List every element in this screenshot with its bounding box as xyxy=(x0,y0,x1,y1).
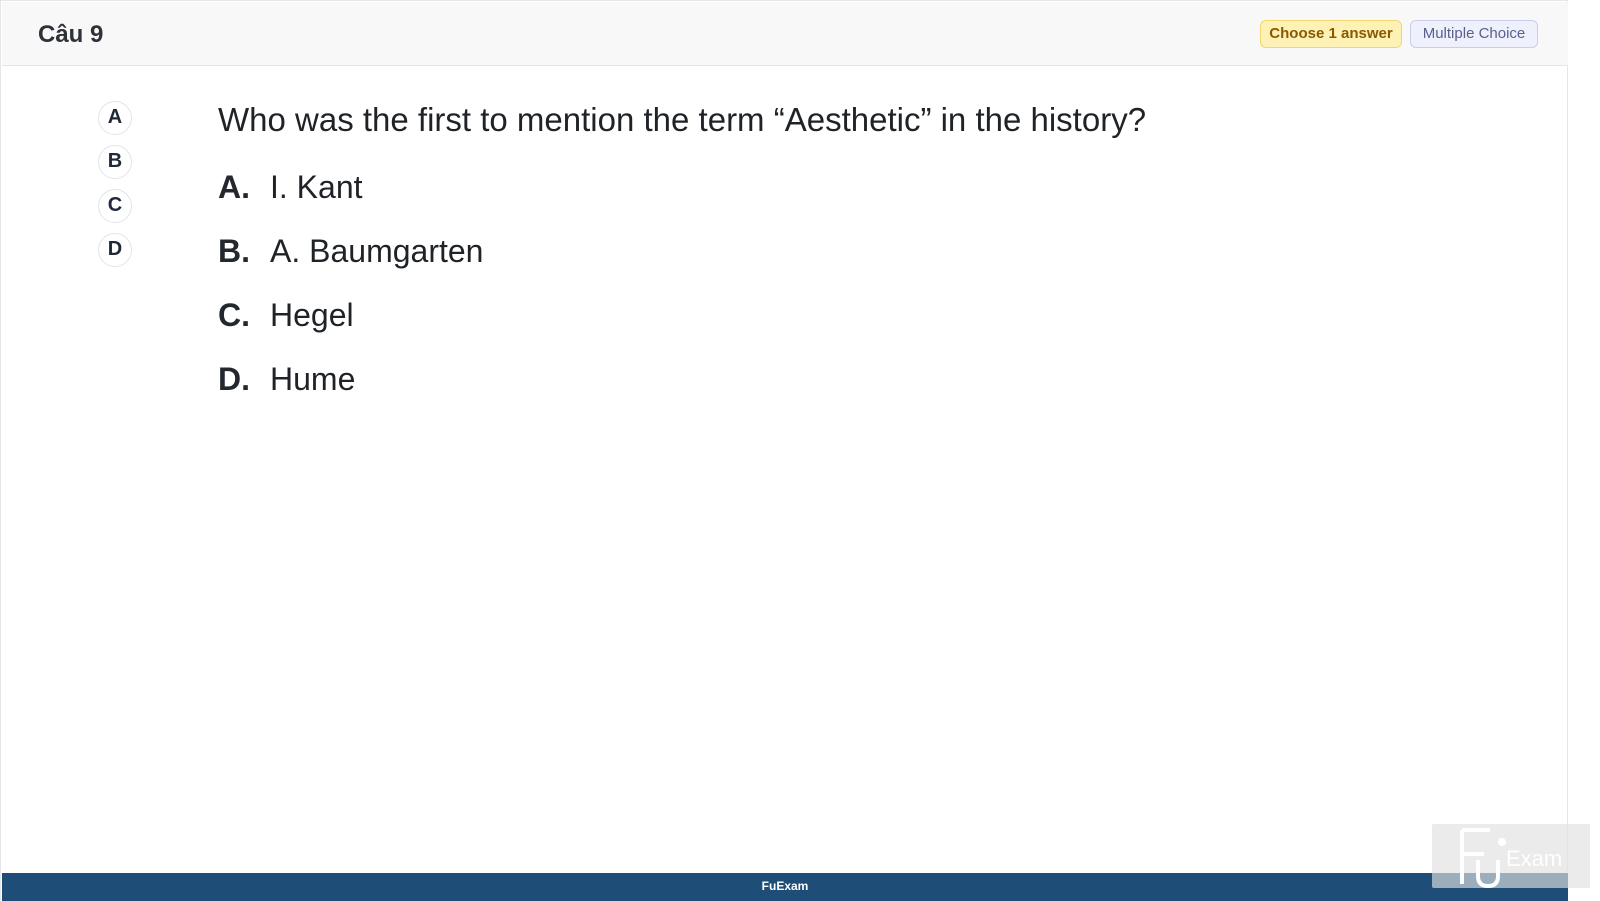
answer-row-c: C. Hegel xyxy=(218,297,354,334)
choose-count-badge: Choose 1 answer xyxy=(1260,20,1402,48)
answer-letter: B. xyxy=(218,233,250,269)
answer-letter: C. xyxy=(218,297,250,333)
answer-row-d: D. Hume xyxy=(218,361,355,398)
quiz-frame: Câu 9 Choose 1 answer Multiple Choice A … xyxy=(0,0,1568,901)
fuexam-watermark-logo: Exam xyxy=(1432,824,1590,889)
answer-text: Hume xyxy=(270,361,356,397)
option-a-button[interactable]: A xyxy=(98,101,132,135)
option-c-button[interactable]: C xyxy=(98,189,132,223)
answer-text: I. Kant xyxy=(270,169,363,205)
footer-bar: FuExam xyxy=(2,873,1568,901)
answer-letter: A. xyxy=(218,169,250,205)
question-header: Câu 9 Choose 1 answer Multiple Choice xyxy=(2,2,1568,66)
answer-row-a: A. I. Kant xyxy=(218,169,363,206)
question-number-title: Câu 9 xyxy=(38,21,104,48)
question-type-badge: Multiple Choice xyxy=(1410,20,1538,48)
watermark-text: Exam xyxy=(1506,846,1563,871)
option-b-button[interactable]: B xyxy=(98,145,132,179)
answer-text: Hegel xyxy=(270,297,354,333)
answer-row-b: B. A. Baumgarten xyxy=(218,233,483,270)
footer-brand: FuExam xyxy=(761,879,809,893)
question-text: Who was the first to mention the term “A… xyxy=(218,101,1147,138)
answer-letter: D. xyxy=(218,361,250,397)
option-d-button[interactable]: D xyxy=(98,233,132,267)
answer-text: A. Baumgarten xyxy=(270,233,484,269)
